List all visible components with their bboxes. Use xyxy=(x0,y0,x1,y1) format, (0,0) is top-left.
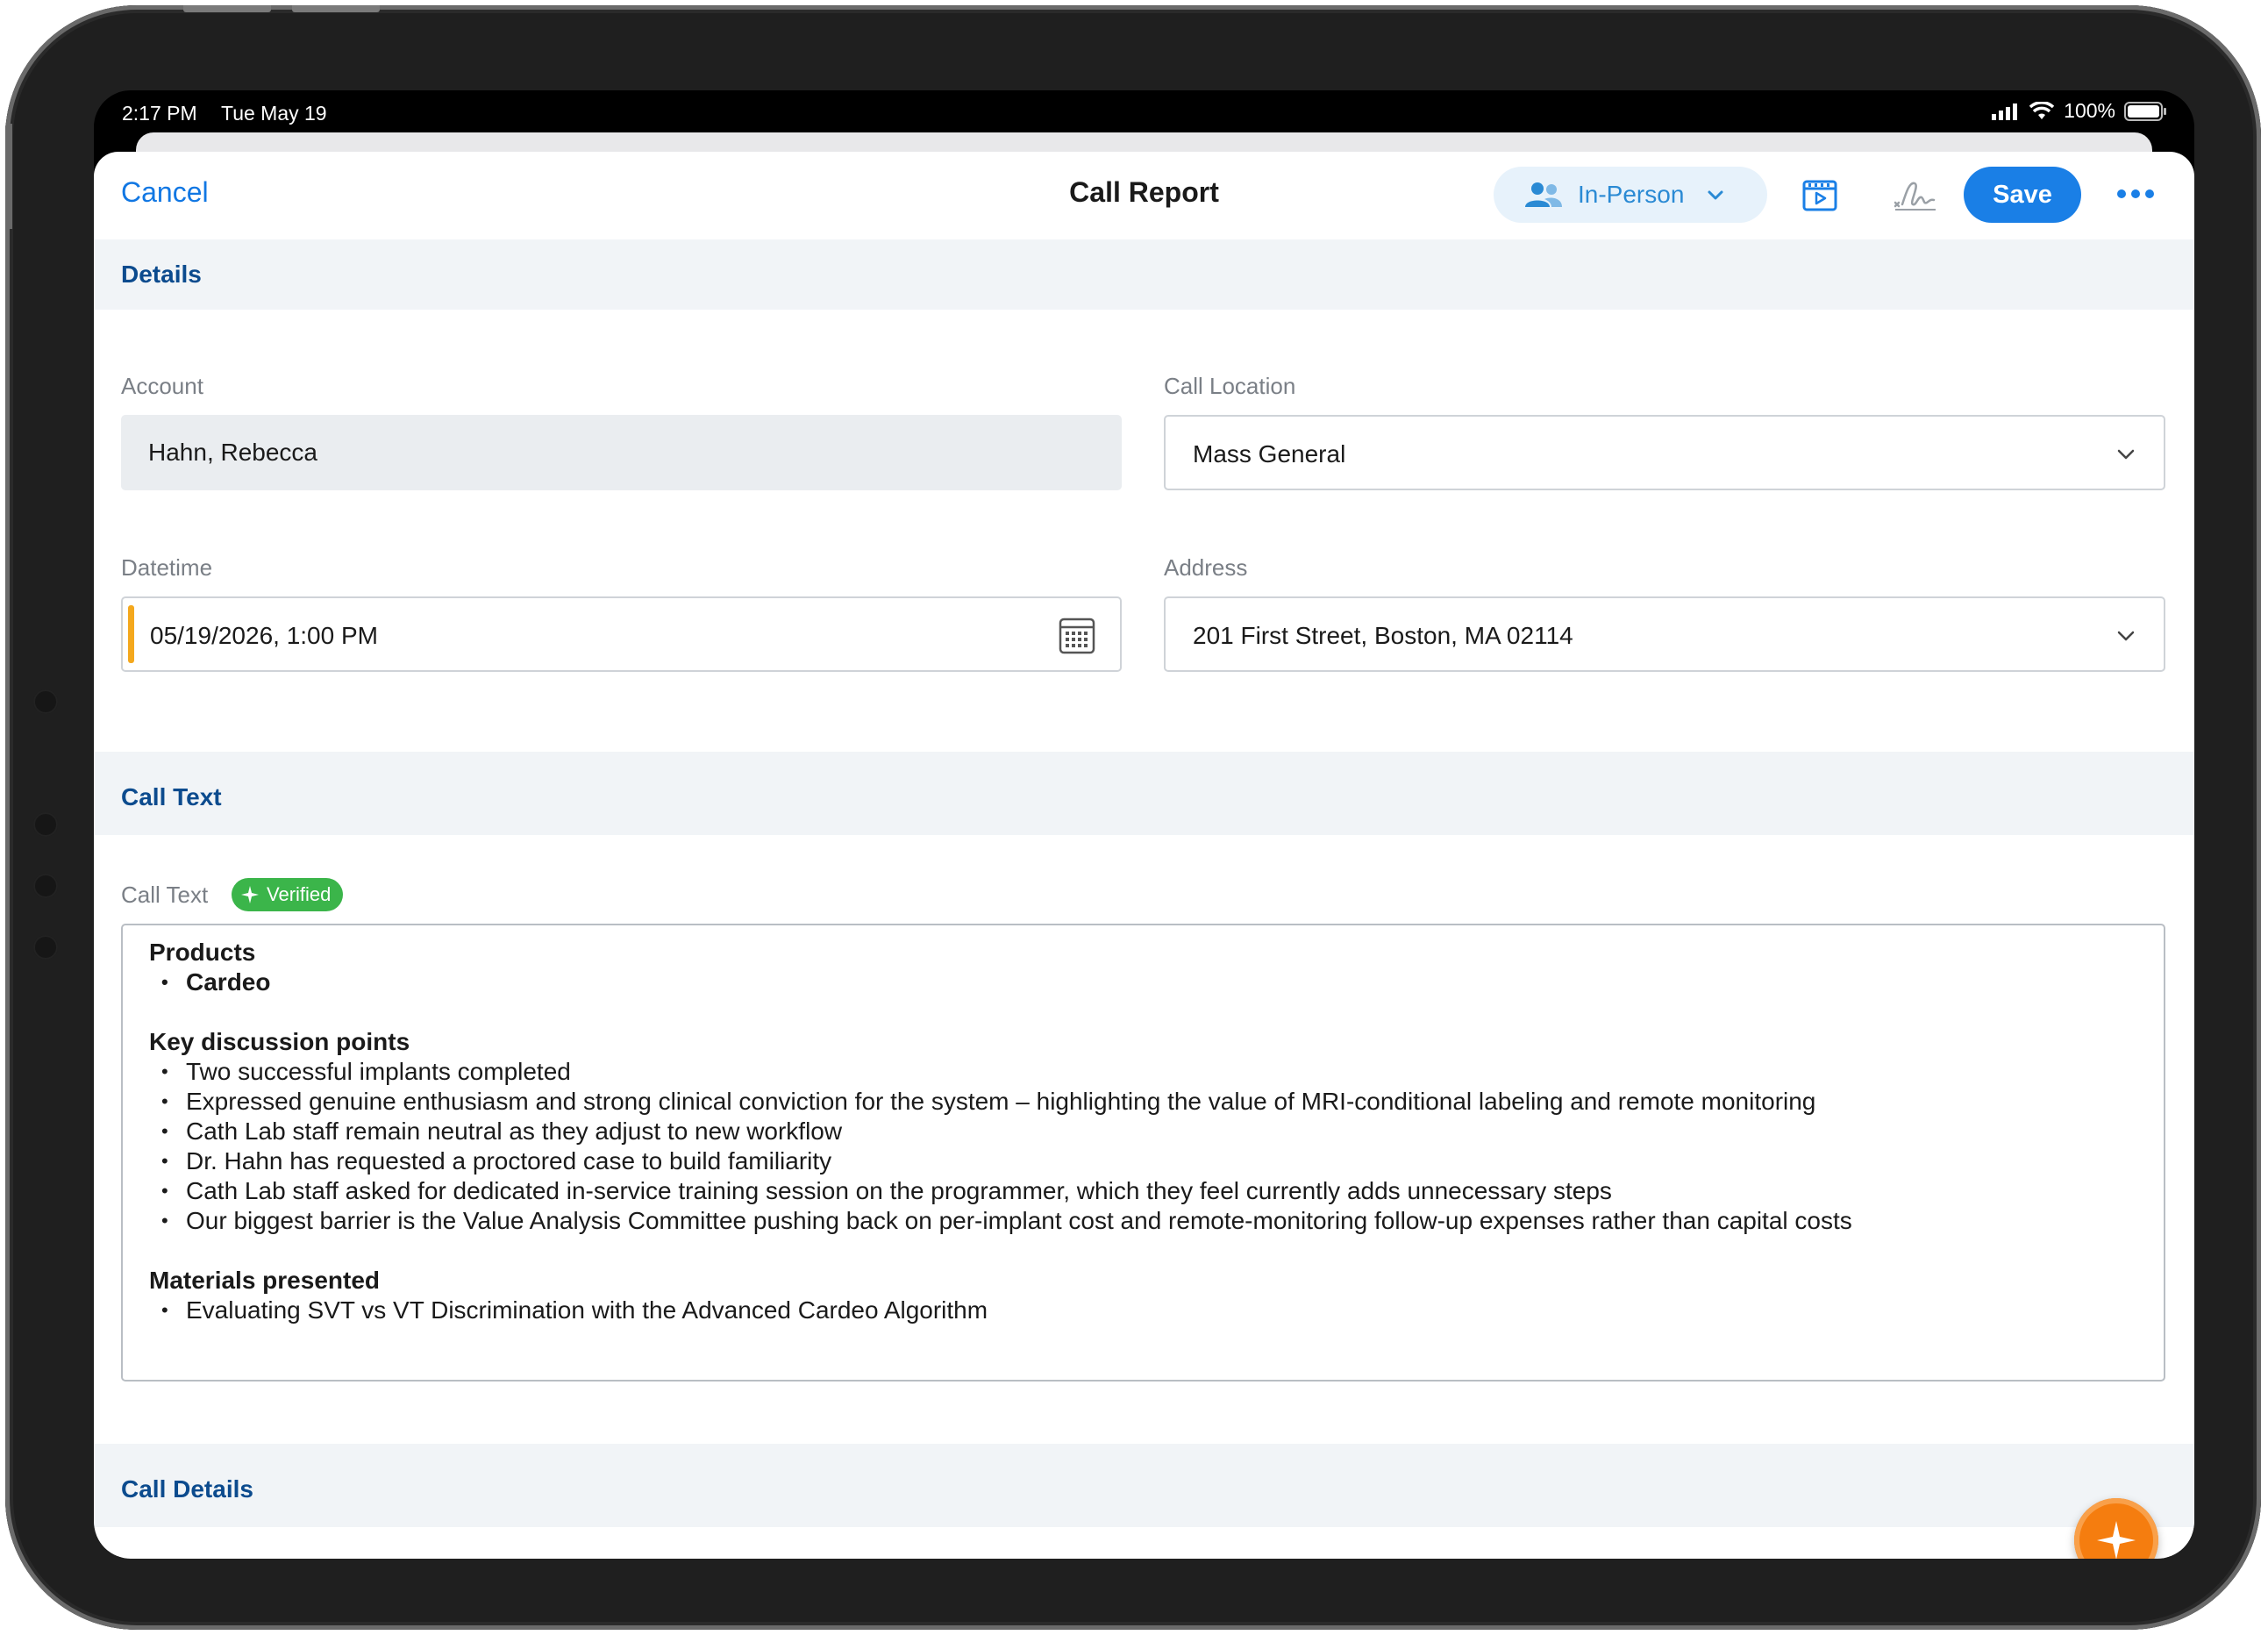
battery-icon xyxy=(2124,101,2166,121)
section-title: Call Details xyxy=(121,1475,253,1503)
address-dropdown[interactable]: 201 First Street, Boston, MA 02114 xyxy=(1164,596,2165,672)
verified-badge: Verified xyxy=(232,878,344,911)
call-text-label: Call Text xyxy=(121,882,209,908)
products-heading: Products xyxy=(149,939,256,966)
account-value: Hahn, Rebecca xyxy=(148,439,318,466)
channel-selector[interactable]: In-Person xyxy=(1494,167,1767,223)
list-item: Cardeo xyxy=(149,967,2137,997)
list-item: Cath Lab staff asked for dedicated in-se… xyxy=(149,1176,2137,1206)
call-text-area[interactable]: Products Cardeo Key discussion points Tw… xyxy=(121,924,2165,1382)
volume-button xyxy=(183,5,271,12)
power-button xyxy=(5,124,12,229)
cancel-button[interactable]: Cancel xyxy=(121,176,209,209)
address-label: Address xyxy=(1164,554,1248,581)
key-points-list: Two successful implants completed Expres… xyxy=(149,1057,2137,1236)
section-header-details: Details xyxy=(94,239,2194,310)
sparkle-icon xyxy=(241,886,259,903)
datetime-field[interactable]: 05/19/2026, 1:00 PM xyxy=(121,596,1122,672)
list-item: Dr. Hahn has requested a proctored case … xyxy=(149,1146,2137,1176)
list-item: Two successful implants completed xyxy=(149,1057,2137,1087)
products-list: Cardeo xyxy=(149,967,2137,997)
nav-bar: Cancel Call Report In-Person Save xyxy=(94,152,2194,240)
section-title: Details xyxy=(121,261,202,288)
status-indicators: 100% xyxy=(1992,99,2168,123)
materials-list: Evaluating SVT vs VT Discrimination with… xyxy=(149,1296,2137,1325)
battery-percent: 100% xyxy=(2064,99,2115,122)
status-time: 2:17 PM xyxy=(122,102,197,125)
chevron-down-icon xyxy=(1708,190,1723,200)
page-title: Call Report xyxy=(1069,176,1219,208)
section-header-call-text: Call Text xyxy=(94,752,2194,835)
more-dots-icon[interactable] xyxy=(2115,185,2157,203)
people-icon xyxy=(1525,182,1562,207)
tablet-frame: 2:17 PM Tue May 19 100% Cancel Call Repo… xyxy=(5,5,2261,1630)
call-location-dropdown[interactable]: Mass General xyxy=(1164,415,2165,490)
screen: 2:17 PM Tue May 19 100% Cancel Call Repo… xyxy=(94,90,2194,1559)
wifi-icon xyxy=(2029,101,2055,119)
section-title: Call Text xyxy=(121,783,222,810)
key-points-heading: Key discussion points xyxy=(149,1028,410,1055)
list-item: Our biggest barrier is the Value Analysi… xyxy=(149,1206,2137,1236)
call-report-sheet: Cancel Call Report In-Person Save Detail… xyxy=(94,152,2194,1559)
call-location-value: Mass General xyxy=(1193,440,1346,468)
call-location-label: Call Location xyxy=(1164,373,1296,399)
list-item: Evaluating SVT vs VT Discrimination with… xyxy=(149,1296,2137,1325)
account-field: Hahn, Rebecca xyxy=(121,415,1122,490)
front-camera xyxy=(33,812,58,837)
save-button[interactable]: Save xyxy=(1964,167,2081,223)
chevron-down-icon xyxy=(2117,449,2135,460)
cellular-signal-icon xyxy=(1992,103,2018,120)
sparkle-fab-icon xyxy=(2097,1521,2136,1559)
datetime-label: Datetime xyxy=(121,554,213,581)
bezel-sensor xyxy=(33,935,58,960)
datetime-value: 05/19/2026, 1:00 PM xyxy=(150,622,378,649)
address-value: 201 First Street, Boston, MA 02114 xyxy=(1193,622,1573,649)
chevron-down-icon xyxy=(2117,631,2135,641)
section-header-call-details: Call Details xyxy=(94,1444,2194,1527)
required-marker xyxy=(128,605,134,663)
calendar-icon[interactable] xyxy=(1059,616,1095,654)
verified-label: Verified xyxy=(267,883,332,905)
list-item: Cath Lab staff remain neutral as they ad… xyxy=(149,1117,2137,1146)
account-label: Account xyxy=(121,373,203,399)
bezel-sensor xyxy=(33,689,58,714)
channel-label: In-Person xyxy=(1578,181,1685,208)
volume-button xyxy=(292,5,380,12)
list-item: Expressed genuine enthusiasm and strong … xyxy=(149,1087,2137,1117)
signature-icon[interactable] xyxy=(1892,176,1939,215)
status-date: Tue May 19 xyxy=(221,102,327,125)
media-slides-icon[interactable] xyxy=(1801,176,1839,215)
materials-heading: Materials presented xyxy=(149,1267,380,1294)
bezel-sensor xyxy=(33,874,58,898)
